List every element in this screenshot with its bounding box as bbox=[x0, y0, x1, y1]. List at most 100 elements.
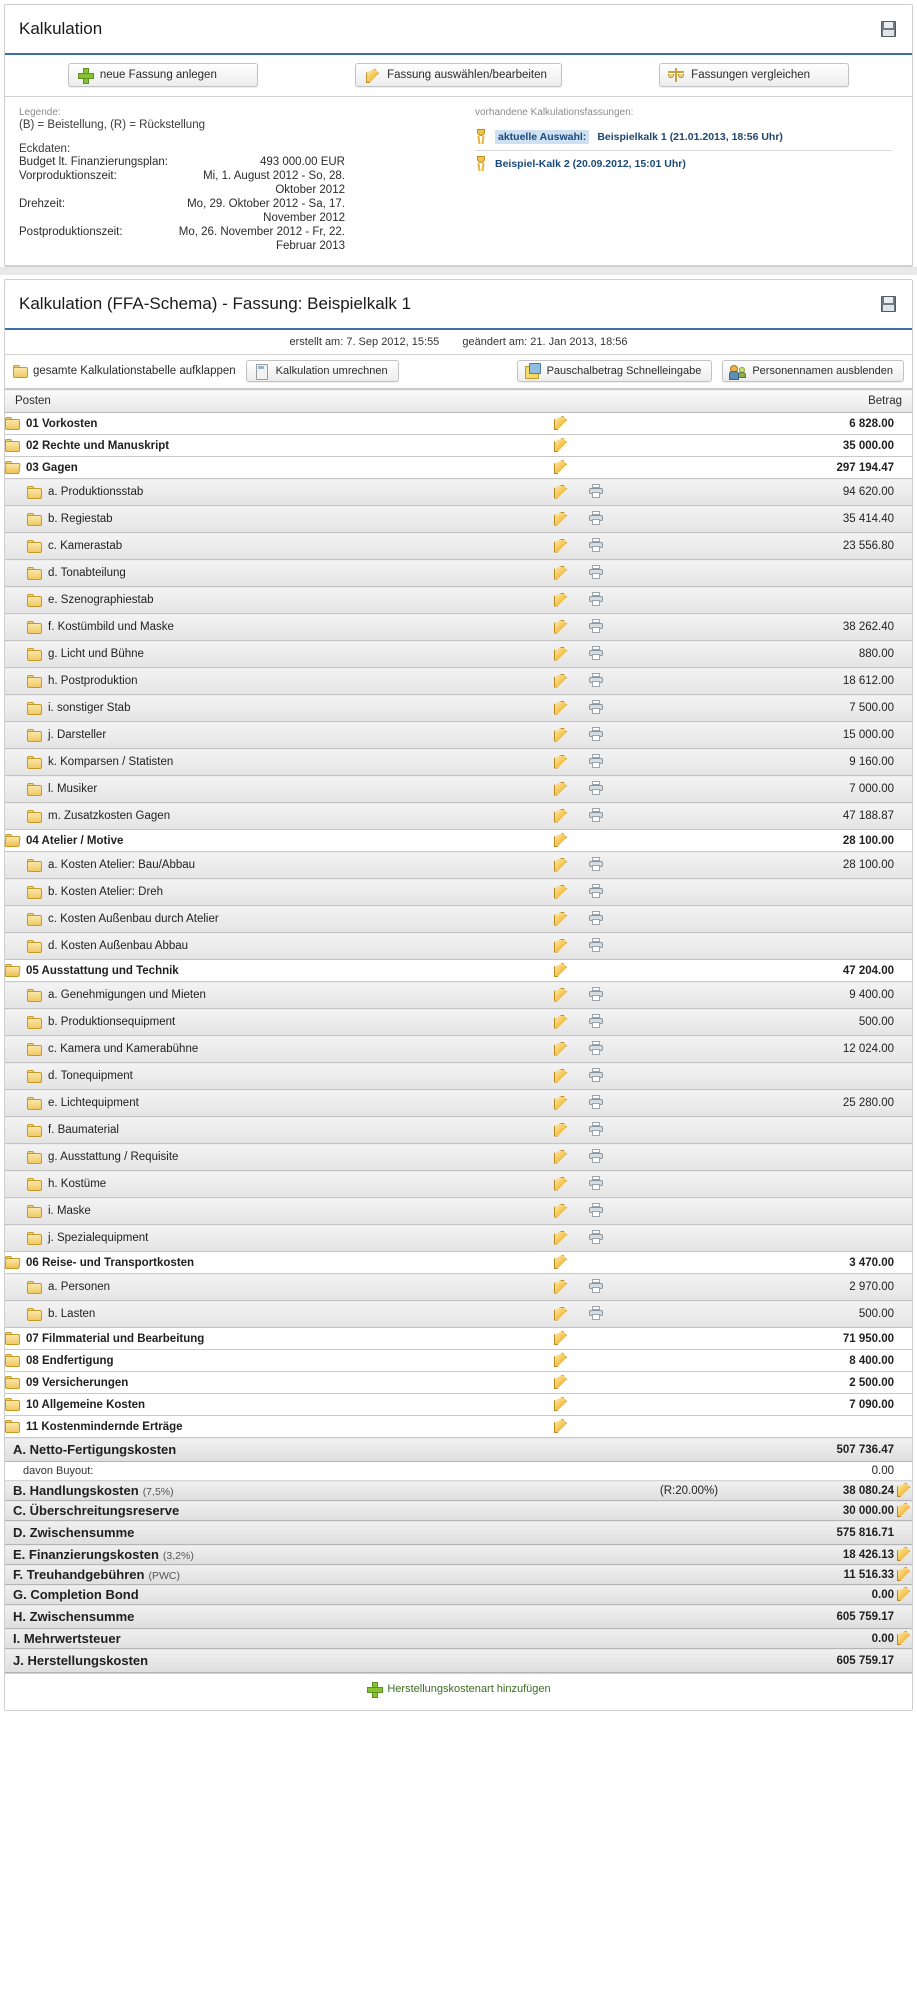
pencil-icon[interactable] bbox=[552, 1305, 568, 1321]
edit-cell[interactable] bbox=[542, 532, 578, 560]
save-disk-icon[interactable] bbox=[881, 296, 896, 312]
row-name-cell[interactable]: k. Komparsen / Statisten bbox=[5, 748, 542, 776]
kalkulation-umrechnen-button[interactable]: Kalkulation umrechnen bbox=[245, 360, 399, 382]
printer-icon[interactable] bbox=[589, 645, 603, 660]
pencil-icon[interactable] bbox=[552, 436, 568, 452]
printer-icon[interactable] bbox=[589, 1175, 603, 1190]
table-row[interactable]: 08 Endfertigung 8 400.00 bbox=[5, 1349, 912, 1372]
printer-icon[interactable] bbox=[589, 591, 603, 606]
edit-cell[interactable] bbox=[542, 1349, 578, 1372]
row-name-cell[interactable]: c. Kamerastab bbox=[5, 532, 542, 560]
print-cell[interactable] bbox=[578, 1143, 614, 1171]
print-cell[interactable] bbox=[578, 559, 614, 587]
row-name-cell[interactable]: 04 Atelier / Motive bbox=[4, 829, 542, 852]
print-cell[interactable] bbox=[578, 748, 614, 776]
pencil-icon[interactable] bbox=[552, 910, 568, 926]
table-row[interactable]: b. Lasten 500.00 bbox=[5, 1300, 912, 1328]
table-row[interactable]: 06 Reise- und Transportkosten 3 470.00 bbox=[4, 1251, 912, 1274]
summary-edit-cell[interactable] bbox=[894, 1544, 912, 1565]
pencil-icon[interactable] bbox=[895, 1585, 911, 1601]
edit-cell[interactable] bbox=[542, 748, 578, 776]
edit-cell[interactable] bbox=[542, 1251, 578, 1274]
pencil-icon[interactable] bbox=[552, 807, 568, 823]
print-cell[interactable] bbox=[578, 775, 614, 803]
table-row[interactable]: e. Lichtequipment 25 280.00 bbox=[5, 1089, 912, 1117]
print-cell[interactable] bbox=[578, 640, 614, 668]
printer-icon[interactable] bbox=[589, 753, 603, 768]
pencil-icon[interactable] bbox=[552, 618, 568, 634]
table-row[interactable]: 02 Rechte und Manuskript 35 000.00 bbox=[5, 434, 912, 457]
pencil-icon[interactable] bbox=[552, 699, 568, 715]
print-cell[interactable] bbox=[578, 505, 614, 533]
print-cell[interactable] bbox=[578, 1300, 614, 1328]
printer-icon[interactable] bbox=[589, 1278, 603, 1293]
print-cell[interactable] bbox=[578, 667, 614, 695]
edit-cell[interactable] bbox=[542, 586, 578, 614]
print-cell[interactable] bbox=[578, 1062, 614, 1090]
edit-cell[interactable] bbox=[542, 412, 578, 435]
table-row[interactable]: f. Baumaterial bbox=[5, 1116, 912, 1144]
row-name-cell[interactable]: 03 Gagen bbox=[4, 456, 542, 479]
edit-cell[interactable] bbox=[542, 1371, 578, 1394]
printer-icon[interactable] bbox=[589, 1067, 603, 1082]
table-row[interactable]: i. Maske bbox=[5, 1197, 912, 1225]
edit-cell[interactable] bbox=[542, 905, 578, 933]
pencil-icon[interactable] bbox=[552, 753, 568, 769]
pencil-icon[interactable] bbox=[895, 1545, 911, 1561]
edit-cell[interactable] bbox=[542, 505, 578, 533]
table-row[interactable]: g. Licht und Bühne 880.00 bbox=[5, 640, 912, 668]
row-name-cell[interactable]: i. Maske bbox=[5, 1197, 542, 1225]
row-name-cell[interactable]: a. Personen bbox=[5, 1273, 542, 1301]
pencil-icon[interactable] bbox=[552, 1121, 568, 1137]
version-item-current[interactable]: aktuelle Auswahl: Beispielkalk 1 (21.01.… bbox=[475, 124, 892, 150]
pencil-icon[interactable] bbox=[552, 1329, 568, 1345]
table-row[interactable]: 10 Allgemeine Kosten 7 090.00 bbox=[5, 1393, 912, 1416]
pencil-icon[interactable] bbox=[552, 1351, 568, 1367]
table-row[interactable]: l. Musiker 7 000.00 bbox=[5, 775, 912, 803]
pencil-icon[interactable] bbox=[552, 1094, 568, 1110]
row-name-cell[interactable]: 06 Reise- und Transportkosten bbox=[4, 1251, 542, 1274]
table-row[interactable]: d. Kosten Außenbau Abbau bbox=[5, 932, 912, 960]
row-name-cell[interactable]: d. Kosten Außenbau Abbau bbox=[5, 932, 542, 960]
edit-cell[interactable] bbox=[542, 1062, 578, 1090]
print-cell[interactable] bbox=[578, 932, 614, 960]
table-row[interactable]: 03 Gagen 297 194.47 bbox=[4, 456, 912, 479]
edit-cell[interactable] bbox=[542, 1273, 578, 1301]
table-row[interactable]: m. Zusatzkosten Gagen 47 188.87 bbox=[5, 802, 912, 830]
pencil-icon[interactable] bbox=[552, 726, 568, 742]
row-name-cell[interactable]: b. Regiestab bbox=[5, 505, 542, 533]
pencil-icon[interactable] bbox=[552, 883, 568, 899]
version-item-other[interactable]: Beispiel-Kalk 2 (20.09.2012, 15:01 Uhr) bbox=[475, 150, 892, 177]
printer-icon[interactable] bbox=[589, 1229, 603, 1244]
edit-cell[interactable] bbox=[542, 802, 578, 830]
table-row[interactable]: k. Komparsen / Statisten 9 160.00 bbox=[5, 748, 912, 776]
pencil-icon[interactable] bbox=[552, 510, 568, 526]
summary-edit-cell[interactable] bbox=[894, 1480, 912, 1501]
summary-edit-cell[interactable] bbox=[894, 1584, 912, 1605]
edit-cell[interactable] bbox=[542, 1035, 578, 1063]
pencil-icon[interactable] bbox=[552, 780, 568, 796]
table-row[interactable]: c. Kamera und Kamerabühne 12 024.00 bbox=[5, 1035, 912, 1063]
printer-icon[interactable] bbox=[589, 726, 603, 741]
row-name-cell[interactable]: 11 Kostenmindernde Erträge bbox=[5, 1415, 542, 1438]
printer-icon[interactable] bbox=[589, 1305, 603, 1320]
pencil-icon[interactable] bbox=[895, 1501, 911, 1517]
printer-icon[interactable] bbox=[589, 1040, 603, 1055]
edit-cell[interactable] bbox=[542, 694, 578, 722]
print-cell[interactable] bbox=[578, 1035, 614, 1063]
printer-icon[interactable] bbox=[589, 483, 603, 498]
printer-icon[interactable] bbox=[589, 937, 603, 952]
pencil-icon[interactable] bbox=[552, 537, 568, 553]
row-name-cell[interactable]: m. Zusatzkosten Gagen bbox=[5, 802, 542, 830]
print-cell[interactable] bbox=[578, 1116, 614, 1144]
pencil-icon[interactable] bbox=[895, 1481, 911, 1497]
save-disk-icon[interactable] bbox=[881, 21, 896, 37]
table-row[interactable]: b. Produktionsequipment 500.00 bbox=[5, 1008, 912, 1036]
print-cell[interactable] bbox=[578, 694, 614, 722]
printer-icon[interactable] bbox=[589, 618, 603, 633]
edit-cell[interactable] bbox=[542, 959, 578, 982]
edit-cell[interactable] bbox=[542, 1170, 578, 1198]
edit-cell[interactable] bbox=[542, 878, 578, 906]
edit-cell[interactable] bbox=[542, 932, 578, 960]
row-name-cell[interactable]: c. Kosten Außenbau durch Atelier bbox=[5, 905, 542, 933]
